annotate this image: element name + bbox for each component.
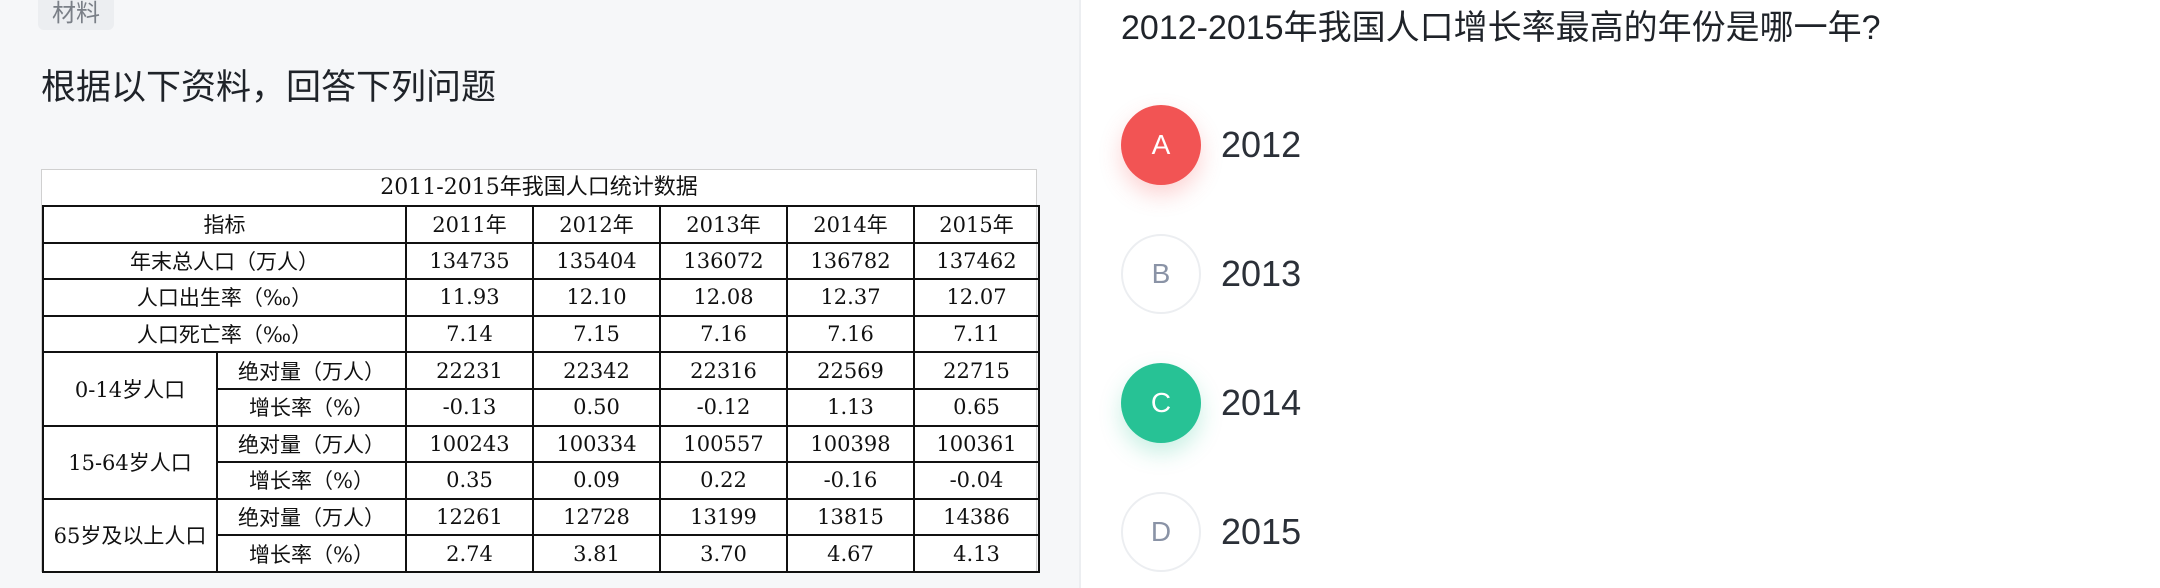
table-cell: 22342	[532, 351, 661, 390]
table-cell: 7.11	[913, 314, 1040, 354]
option-b[interactable]: B 2013	[1121, 233, 2021, 315]
table-cell: 0.09	[532, 461, 661, 500]
row-label: 绝对量（万人）	[216, 351, 407, 390]
table-cell: 2.74	[405, 534, 534, 573]
table-cell: 12728	[532, 497, 661, 537]
table-cell: 134735	[405, 241, 534, 281]
table-cell: -0.04	[913, 461, 1040, 500]
table-cell: 7.16	[786, 314, 915, 354]
option-c-text: 2014	[1221, 382, 1302, 423]
table-cell: 3.81	[532, 534, 661, 573]
row-label: 绝对量（万人）	[216, 497, 407, 537]
option-a[interactable]: A 2012	[1121, 104, 2021, 186]
question-pane: 2012-2015年我国人口增长率最高的年份是哪一年? A 2012 B 201…	[1081, 0, 2160, 588]
table-cell: -0.16	[786, 461, 915, 500]
group-label: 15-64岁人口	[42, 424, 218, 500]
header-cell: 2013年	[659, 205, 788, 244]
option-a-text: 2012	[1221, 124, 1302, 165]
table-cell: 13815	[786, 497, 915, 537]
table-cell: 136072	[659, 241, 788, 281]
table-cell: 22715	[913, 351, 1040, 390]
option-c-letter: C	[1121, 363, 1201, 443]
table-row: 年末总人口（万人） 134735 135404 136072 136782 13…	[42, 241, 1040, 281]
table-cell: 1.13	[786, 387, 915, 427]
row-label: 人口出生率（‰）	[42, 278, 407, 317]
row-label: 增长率（%）	[216, 461, 407, 500]
table-cell: 12.37	[786, 278, 915, 317]
table-cell: 100398	[786, 424, 915, 464]
table-header-row: 指标 2011年 2012年 2013年 2014年 2015年	[42, 205, 1040, 244]
table-cell: 13199	[659, 497, 788, 537]
header-cell: 2011年	[405, 205, 534, 244]
table-cell: 0.65	[913, 387, 1040, 427]
table-cell: 4.13	[913, 534, 1040, 573]
table-cell: 100361	[913, 424, 1040, 464]
header-cell: 指标	[42, 205, 407, 244]
table-cell: 3.70	[659, 534, 788, 573]
table-cell: -0.13	[405, 387, 534, 427]
table-cell: 4.67	[786, 534, 915, 573]
table-cell: 14386	[913, 497, 1040, 537]
table-cell: 100557	[659, 424, 788, 464]
table-cell: 100243	[405, 424, 534, 464]
row-label: 绝对量（万人）	[216, 424, 407, 464]
table-cell: 7.16	[659, 314, 788, 354]
table-cell: 0.22	[659, 461, 788, 500]
table-cell: 22316	[659, 351, 788, 390]
row-label: 增长率（%）	[216, 387, 407, 427]
table-cell: 22231	[405, 351, 534, 390]
table-row: 0-14岁人口 绝对量（万人） 22231 22342 22316 22569 …	[42, 351, 1040, 427]
header-cell: 2015年	[913, 205, 1040, 244]
option-b-text: 2013	[1221, 253, 1302, 294]
option-b-letter: B	[1121, 234, 1201, 314]
header-cell: 2014年	[786, 205, 915, 244]
table-title: 2011-2015年我国人口统计数据	[380, 175, 698, 200]
table-cell: 137462	[913, 241, 1040, 281]
option-d-letter: D	[1121, 492, 1201, 572]
table-cell: 135404	[532, 241, 661, 281]
group-label: 0-14岁人口	[42, 351, 218, 427]
material-instruction: 根据以下资料，回答下列问题	[41, 68, 497, 107]
row-label: 人口死亡率（‰）	[42, 314, 407, 354]
table-cell: 0.35	[405, 461, 534, 500]
table-row: 15-64岁人口 绝对量（万人） 100243 100334 100557 10…	[42, 424, 1040, 500]
table-row: 人口出生率（‰） 11.93 12.10 12.08 12.37 12.07	[42, 278, 1040, 317]
table-cell: 0.50	[532, 387, 661, 427]
option-a-letter: A	[1121, 105, 1201, 185]
statistics-table-image: 2011-2015年我国人口统计数据 指标 2011年 2012年 2013年 …	[41, 169, 1040, 573]
material-pane: 材料 根据以下资料，回答下列问题 2011-2015年我国人口统计数据 指标 2…	[0, 0, 1079, 588]
table-row: 65岁及以上人口 绝对量（万人） 12261 12728 13199 13815…	[42, 497, 1040, 573]
header-cell: 2012年	[532, 205, 661, 244]
table-cell: 7.14	[405, 314, 534, 354]
table-cell: 22569	[786, 351, 915, 390]
table-cell: 11.93	[405, 278, 534, 317]
table-cell: 12261	[405, 497, 534, 537]
table-cell: 12.07	[913, 278, 1040, 317]
table-cell: 12.10	[532, 278, 661, 317]
table-cell: 100334	[532, 424, 661, 464]
material-tag: 材料	[38, 0, 114, 30]
option-c[interactable]: C 2014	[1121, 362, 2021, 444]
option-d-text: 2015	[1221, 511, 1302, 552]
statistics-table: 指标 2011年 2012年 2013年 2014年 2015年 年末总人口（万…	[42, 205, 1040, 573]
table-cell: 136782	[786, 241, 915, 281]
option-d[interactable]: D 2015	[1121, 491, 2021, 573]
table-row: 人口死亡率（‰） 7.14 7.15 7.16 7.16 7.11	[42, 314, 1040, 354]
table-cell: 12.08	[659, 278, 788, 317]
row-label: 年末总人口（万人）	[42, 241, 407, 281]
group-label: 65岁及以上人口	[42, 497, 218, 573]
table-cell: -0.12	[659, 387, 788, 427]
question-text: 2012-2015年我国人口增长率最高的年份是哪一年?	[1121, 9, 1881, 47]
table-cell: 7.15	[532, 314, 661, 354]
row-label: 增长率（%）	[216, 534, 407, 573]
